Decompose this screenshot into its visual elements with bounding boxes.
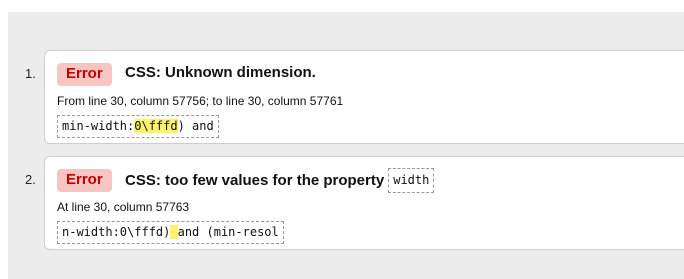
property-code: width xyxy=(388,168,435,193)
error-badge: Error xyxy=(57,169,112,192)
code-extract: n-width:0\fffd) and (min-resol xyxy=(57,221,284,244)
message-location: From line 30, column 57756; to line 30, … xyxy=(57,94,344,108)
message-title-text: CSS: too few values for the property xyxy=(125,172,385,189)
code-text: min-width: xyxy=(62,119,135,133)
code-text: n-width:0\fffd) xyxy=(62,225,171,239)
message-location: At line 30, column 57763 xyxy=(57,200,190,214)
message-card: Error CSS: too few values for the proper… xyxy=(44,156,684,250)
error-badge: Error xyxy=(57,63,112,86)
code-highlight xyxy=(170,225,178,239)
message-title: CSS: Unknown dimension. xyxy=(125,64,316,81)
code-highlight: 0\fffd xyxy=(134,119,178,133)
message-number: 1. xyxy=(25,66,36,81)
code-text: ) and xyxy=(177,119,214,133)
message-title: CSS: too few values for the property widt… xyxy=(125,168,435,193)
code-extract: min-width:0\fffd) and xyxy=(57,115,219,138)
message-card: Error CSS: Unknown dimension. From line … xyxy=(44,50,684,144)
code-text: and (min-resol xyxy=(177,225,279,239)
message-number: 2. xyxy=(25,172,36,187)
